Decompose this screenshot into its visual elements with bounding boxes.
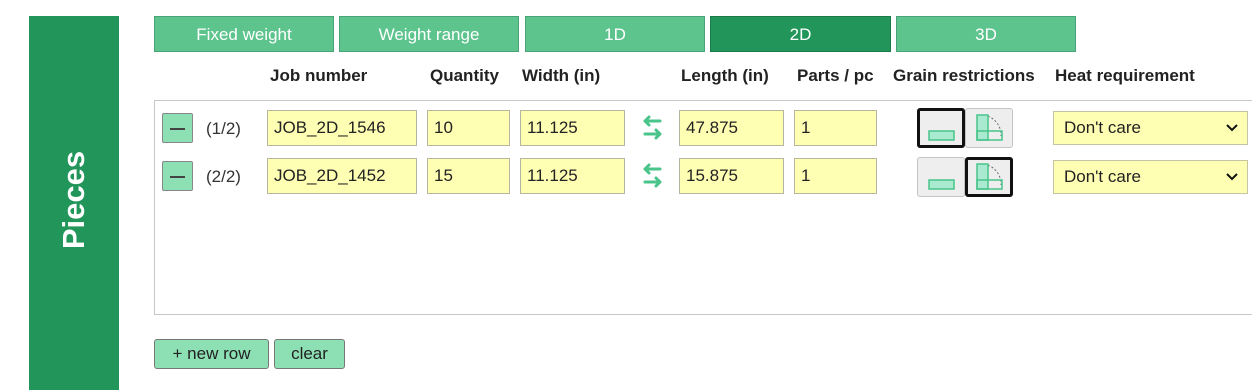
tab-1d[interactable]: 1D xyxy=(525,16,705,52)
tab-3d[interactable]: 3D xyxy=(896,16,1076,52)
tab-weight-range[interactable]: Weight range xyxy=(339,16,519,52)
length-input[interactable] xyxy=(679,110,784,146)
header-heat-requirement: Heat requirement xyxy=(1055,66,1195,85)
parts-per-pc-input[interactable] xyxy=(794,158,877,194)
job-number-input[interactable] xyxy=(267,158,417,194)
grain-fixed-button[interactable] xyxy=(917,157,965,197)
heat-requirement-select[interactable]: Don't care xyxy=(1053,160,1248,194)
width-input[interactable] xyxy=(520,158,625,194)
header-parts-per-pc: Parts / pc xyxy=(797,66,874,85)
grain-rotatable-icon xyxy=(976,114,1003,141)
remove-row-button[interactable] xyxy=(162,161,193,191)
grain-fixed-icon xyxy=(928,179,955,190)
quantity-input[interactable] xyxy=(427,158,510,194)
remove-row-button[interactable] xyxy=(162,113,193,143)
tab-fixed-weight[interactable]: Fixed weight xyxy=(154,16,334,52)
grain-rotatable-button[interactable] xyxy=(965,108,1013,148)
row-index: (2/2) xyxy=(206,167,241,186)
header-width: Width (in) xyxy=(522,66,601,85)
sidebar-title: Pieces xyxy=(56,150,91,250)
grain-rotatable-icon xyxy=(976,163,1003,190)
length-input[interactable] xyxy=(679,158,784,194)
grain-fixed-button[interactable] xyxy=(917,108,965,148)
job-number-input[interactable] xyxy=(267,110,417,146)
new-row-button[interactable]: + new row xyxy=(154,339,269,369)
tab-2d[interactable]: 2D xyxy=(710,16,891,52)
grain-rotatable-button[interactable] xyxy=(965,157,1013,197)
header-job-number: Job number xyxy=(270,66,368,85)
header-grain-restrictions: Grain restrictions xyxy=(893,66,1035,85)
header-length: Length (in) xyxy=(681,66,769,85)
heat-requirement-select[interactable]: Don't care xyxy=(1053,111,1248,145)
clear-button[interactable]: clear xyxy=(274,339,345,369)
header-quantity: Quantity xyxy=(430,66,499,85)
chevron-down-icon xyxy=(1226,173,1238,181)
heat-requirement-value: Don't care xyxy=(1064,118,1141,137)
chevron-down-icon xyxy=(1226,124,1238,132)
swap-dimensions-icon[interactable] xyxy=(640,114,666,142)
quantity-input[interactable] xyxy=(427,110,510,146)
row-index: (1/2) xyxy=(206,119,241,138)
width-input[interactable] xyxy=(520,110,625,146)
parts-per-pc-input[interactable] xyxy=(794,110,877,146)
heat-requirement-value: Don't care xyxy=(1064,167,1141,186)
grain-fixed-icon xyxy=(928,130,955,141)
swap-dimensions-icon[interactable] xyxy=(640,162,666,190)
